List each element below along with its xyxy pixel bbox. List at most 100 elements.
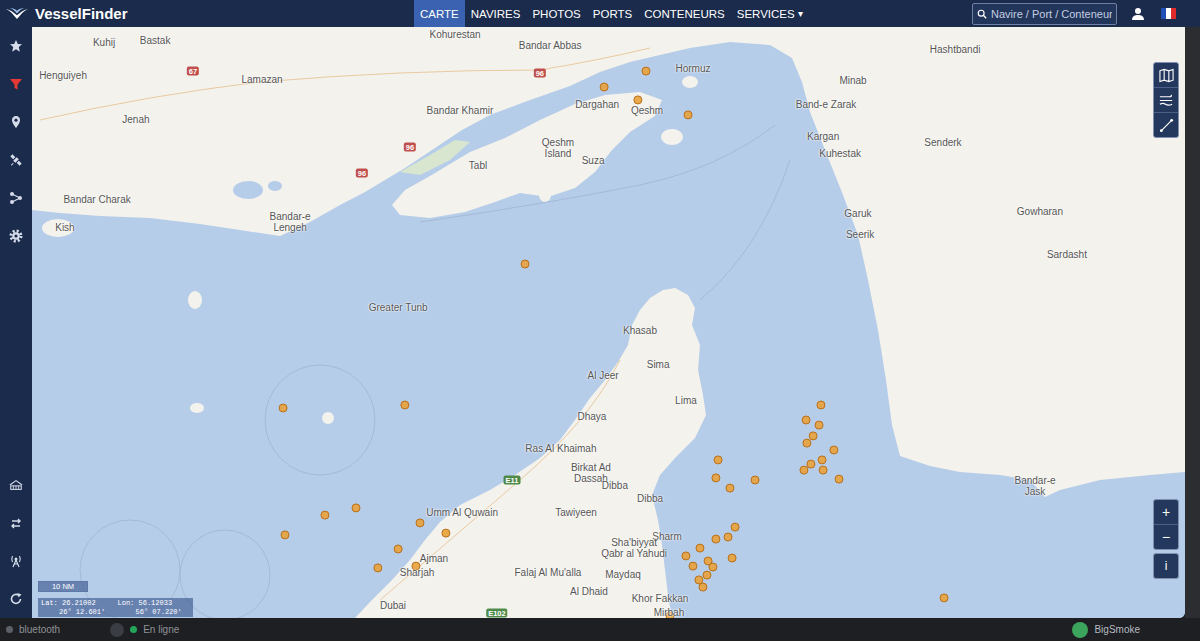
vessel-marker[interactable] [600, 83, 608, 91]
vessel-marker[interactable] [724, 533, 732, 541]
vessel-marker[interactable] [352, 504, 360, 512]
sidebar-tool[interactable] [0, 504, 32, 542]
sidebar-tool[interactable] [0, 542, 32, 580]
vessel-marker[interactable] [728, 554, 736, 562]
vessel-marker[interactable] [819, 466, 827, 474]
sidebar-tool[interactable] [0, 65, 32, 103]
vessel-marker[interactable] [731, 523, 739, 531]
place-label-line: Bandar-e [270, 211, 311, 222]
place-label: Dubai [380, 600, 406, 611]
vessel-marker[interactable] [682, 552, 690, 560]
vessel-marker[interactable] [712, 474, 720, 482]
vessel-marker[interactable] [709, 563, 717, 571]
place-label-line: Sharm [652, 531, 681, 542]
map-canvas[interactable] [32, 27, 1185, 618]
vessel-marker[interactable] [696, 544, 704, 552]
place-label: Seerik [846, 229, 874, 240]
main-nav: CARTE NAVIRES PHOTOS PORTS CONTENEURS SE… [414, 0, 809, 27]
vessel-marker[interactable] [726, 484, 734, 492]
map[interactable]: 67969696E11E102 KohurestanBastakKuhijHen… [32, 27, 1185, 618]
user-avatar-icon[interactable] [1072, 622, 1088, 638]
vessel-marker[interactable] [401, 401, 409, 409]
vessel-marker[interactable] [751, 476, 759, 484]
place-label-line: Sharjah [400, 567, 434, 578]
page-edge [1185, 27, 1200, 618]
vessel-marker[interactable] [374, 564, 382, 572]
brand[interactable]: VesselFinder [0, 0, 414, 27]
nav-item[interactable]: CONTENEURS [638, 0, 731, 27]
vessel-marker[interactable] [684, 111, 692, 119]
vessel-marker[interactable] [666, 612, 674, 618]
nav-label: PORTS [593, 8, 632, 20]
search-input[interactable] [991, 8, 1112, 20]
place-label-line: Tawiyeen [555, 507, 597, 518]
info-button[interactable]: i [1154, 554, 1178, 578]
french-flag-icon[interactable] [1161, 8, 1176, 19]
vessel-marker[interactable] [712, 535, 720, 543]
vessel-marker[interactable] [830, 446, 838, 454]
vessel-marker[interactable] [809, 432, 817, 440]
sidebar-tool[interactable] [0, 466, 32, 504]
user-name[interactable]: BigSmoke [1094, 624, 1140, 635]
user-icon[interactable] [1131, 7, 1145, 21]
vessel-marker[interactable] [835, 475, 843, 483]
place-label: Tawiyeen [555, 507, 597, 518]
nav-item[interactable]: NAVIRES [465, 0, 527, 27]
vessel-marker[interactable] [815, 421, 823, 429]
vessel-marker[interactable] [802, 416, 810, 424]
vessel-marker[interactable] [807, 460, 815, 468]
road-shield: 96 [356, 169, 368, 178]
star-icon [9, 39, 23, 53]
vessel-marker[interactable] [818, 456, 826, 464]
place-label: Garuk [844, 208, 871, 219]
nav-label: SERVICES [737, 8, 795, 20]
sidebar-tool[interactable] [0, 580, 32, 618]
vessel-marker[interactable] [803, 439, 811, 447]
sidebar-tool[interactable] [0, 179, 32, 217]
place-label-line: Henguiyeh [39, 70, 87, 81]
vessel-marker[interactable] [703, 571, 711, 579]
refresh-icon [9, 592, 23, 606]
sidebar-tool[interactable] [0, 27, 32, 65]
sidebar-tool[interactable] [0, 217, 32, 255]
place-label-line: Kohurestan [430, 28, 481, 39]
device-label[interactable]: bluetooth [19, 624, 60, 635]
layer-button[interactable] [1154, 63, 1178, 87]
sidebar-tool[interactable] [0, 103, 32, 141]
vessel-marker[interactable] [642, 67, 650, 75]
vessel-marker[interactable] [394, 545, 402, 553]
search-field[interactable] [972, 3, 1117, 25]
place-label-line: Maydaq [605, 568, 641, 579]
place-label-line: Sha'biyyat [611, 537, 657, 548]
vessel-marker[interactable] [521, 260, 529, 268]
layer-button[interactable] [1154, 112, 1178, 137]
place-label: Kish [55, 222, 74, 233]
vessel-marker[interactable] [321, 511, 329, 519]
vessel-marker[interactable] [412, 562, 420, 570]
nav-item[interactable]: SERVICES ▾ [731, 0, 809, 27]
vessel-marker[interactable] [279, 404, 287, 412]
nav-item[interactable]: PORTS [587, 0, 638, 27]
place-label-line: Sardasht [1047, 249, 1087, 260]
scale-bar: 10 NM [38, 581, 88, 592]
vessel-marker[interactable] [699, 583, 707, 591]
zoom-in-button[interactable]: + [1154, 500, 1178, 524]
sidebar-tool[interactable] [0, 141, 32, 179]
nav-item[interactable]: PHOTOS [526, 0, 586, 27]
vessel-marker[interactable] [689, 562, 697, 570]
vessel-marker[interactable] [940, 594, 948, 602]
vessel-marker[interactable] [634, 96, 642, 104]
layer-button[interactable] [1154, 87, 1178, 112]
zoom-out-button[interactable]: − [1154, 524, 1178, 549]
vessel-marker[interactable] [817, 401, 825, 409]
vessel-marker[interactable] [442, 529, 450, 537]
place-label-line: Bastak [140, 34, 171, 45]
lat-dms: 26° 12.601' [41, 608, 114, 617]
vessel-marker[interactable] [800, 466, 808, 474]
vessel-marker[interactable] [281, 531, 289, 539]
nav-item[interactable]: CARTE [414, 0, 465, 27]
place-label: Jenah [122, 114, 149, 125]
vessel-marker[interactable] [416, 519, 424, 527]
vessel-marker[interactable] [714, 456, 722, 464]
vessel-marker[interactable] [695, 576, 703, 584]
